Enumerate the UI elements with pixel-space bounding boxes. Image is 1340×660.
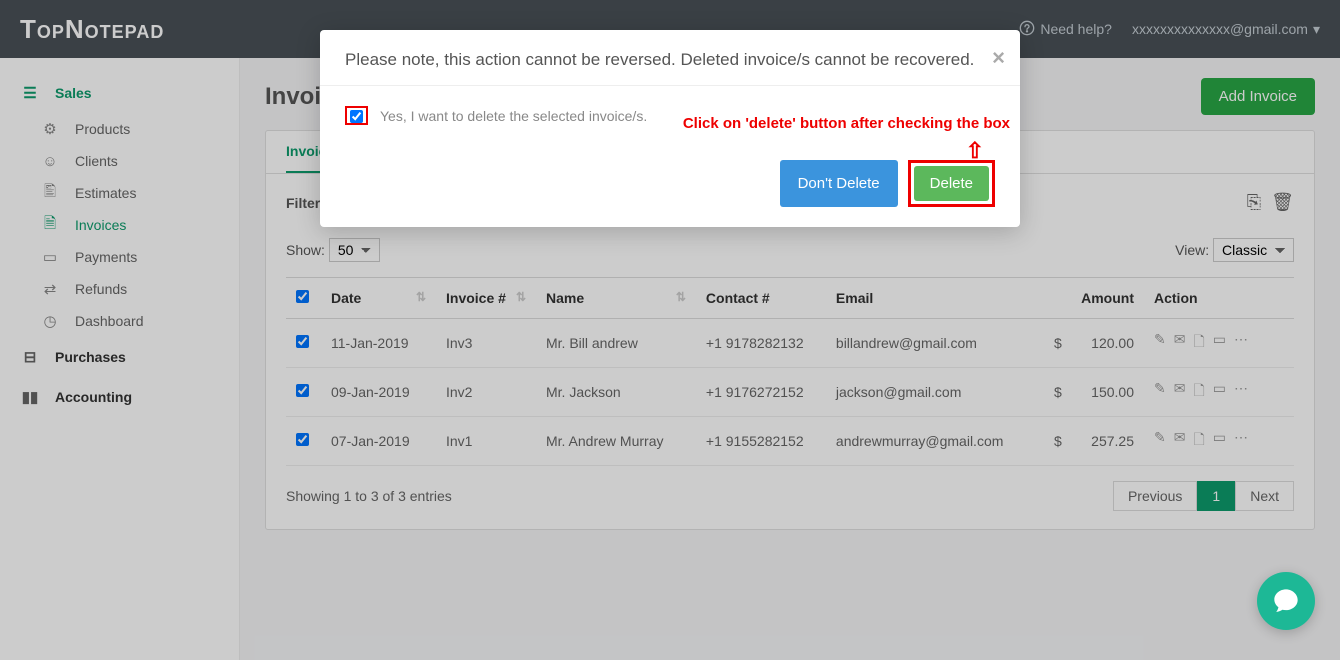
dont-delete-button[interactable]: Don't Delete (780, 160, 898, 207)
annotation-text: Click on 'delete' button after checking … (683, 115, 1010, 132)
confirm-label: Yes, I want to delete the selected invoi… (380, 108, 647, 124)
chat-widget-button[interactable] (1257, 572, 1315, 630)
modal-overlay: Please note, this action cannot be rever… (0, 0, 1340, 660)
delete-confirm-modal: Please note, this action cannot be rever… (320, 30, 1020, 227)
annotation-arrow-icon: ⇧ (966, 138, 984, 164)
confirm-delete-checkbox[interactable] (350, 110, 363, 123)
modal-close-button[interactable]: × (992, 45, 1005, 71)
delete-button[interactable]: Delete (914, 166, 989, 201)
modal-message: Please note, this action cannot be rever… (345, 50, 974, 69)
